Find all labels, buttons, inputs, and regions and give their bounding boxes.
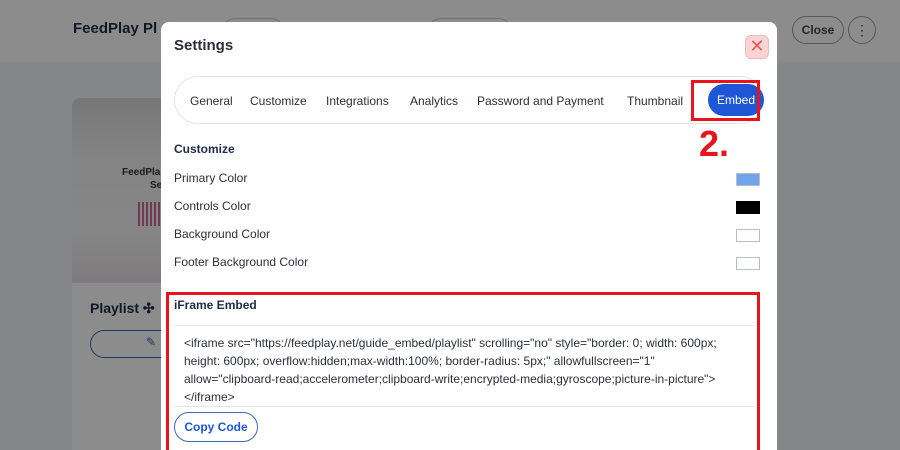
primary-color-swatch[interactable] bbox=[736, 173, 760, 186]
close-icon[interactable]: ✕ bbox=[745, 35, 769, 59]
settings-tabs: General Customize Integrations Analytics… bbox=[174, 76, 764, 124]
customize-section-title: Customize bbox=[174, 142, 235, 156]
iframe-embed-title: iFrame Embed bbox=[174, 298, 257, 312]
modal-title: Settings bbox=[174, 37, 234, 54]
tab-integrations[interactable]: Integrations bbox=[326, 94, 389, 108]
tab-customize[interactable]: Customize bbox=[250, 94, 307, 108]
primary-color-label: Primary Color bbox=[174, 171, 248, 185]
annotation-step-number: 2. bbox=[699, 123, 730, 164]
controls-color-swatch[interactable] bbox=[736, 201, 760, 214]
annotation-highlight-embed-tab bbox=[691, 80, 760, 121]
settings-modal: Settings ✕ General Customize Integration… bbox=[161, 22, 777, 450]
background-color-label: Background Color bbox=[174, 227, 271, 241]
tab-password-and-payment[interactable]: Password and Payment bbox=[477, 94, 604, 108]
tab-analytics[interactable]: Analytics bbox=[410, 94, 458, 108]
footer-background-color-label: Footer Background Color bbox=[174, 255, 309, 269]
background-color-swatch[interactable] bbox=[736, 229, 760, 242]
controls-color-label: Controls Color bbox=[174, 199, 251, 213]
tab-general[interactable]: General bbox=[190, 94, 233, 108]
footer-background-color-swatch[interactable] bbox=[736, 257, 760, 270]
embed-code-textarea[interactable]: <iframe src="https://feedplay.net/guide_… bbox=[174, 325, 754, 407]
tab-thumbnail[interactable]: Thumbnail bbox=[627, 94, 683, 108]
copy-code-button[interactable]: Copy Code bbox=[174, 412, 258, 442]
